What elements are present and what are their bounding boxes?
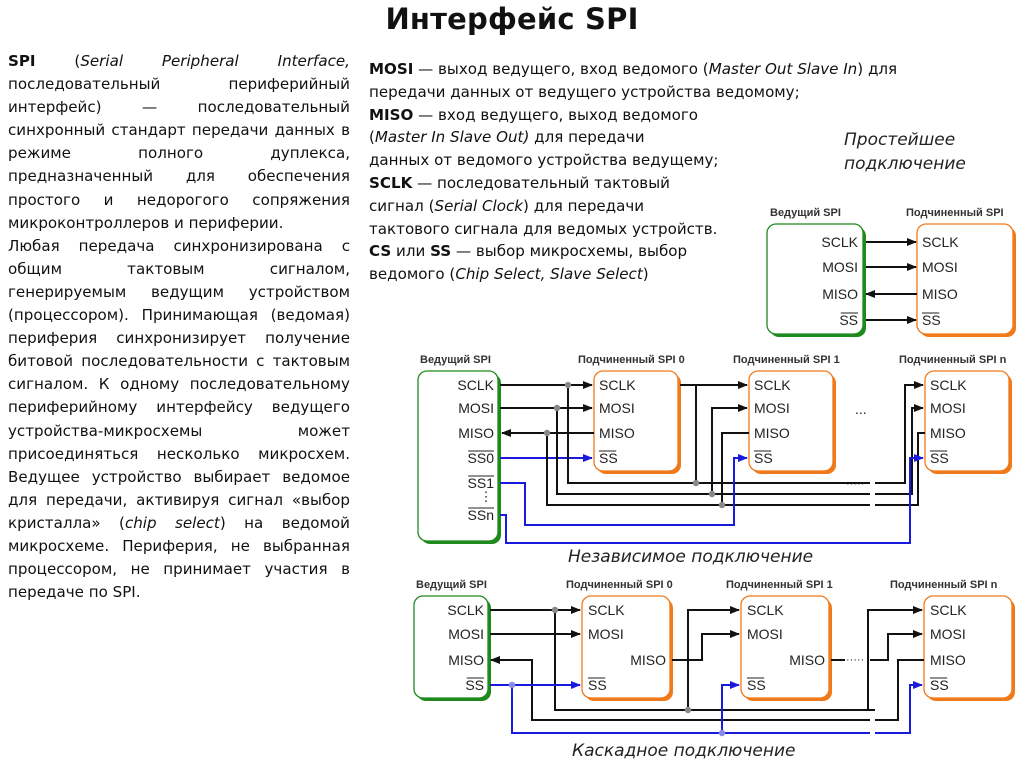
master-pin-miso: MISO — [458, 425, 494, 441]
slave-1-pin-ss: SS — [747, 677, 766, 693]
mosi-slave1-wire — [711, 404, 748, 494]
master-pin-ssn: SSn — [468, 507, 494, 523]
slave-label-0: Подчиненный SPI 0 — [566, 579, 673, 591]
bus-ellipsis: ····· — [846, 478, 864, 490]
spi-diagrams: Ведущий SPI Подчиненный SPI SCLK SCLK MOSI MO… — [413, 207, 1016, 739]
master-label: Ведущий SPI — [420, 354, 491, 366]
master-pin-mosi: MOSI — [458, 400, 494, 416]
slave-label-1: Подчиненный SPI 1 — [733, 354, 840, 366]
master-pin-ellipsis: ⋮ — [480, 489, 493, 504]
master-pin-mosi: MOSI — [448, 626, 484, 642]
slave-pin-mosi: MOSI — [922, 259, 958, 275]
master-pin-ss: SS — [465, 677, 484, 693]
slave-n-pin-miso: MISO — [930, 652, 966, 668]
bus-ellipsis: ····· — [846, 714, 864, 726]
master-pin-ss: SS — [839, 312, 858, 328]
slave-pin-miso: MISO — [922, 286, 958, 302]
slave-2-pin-sclk: SCLK — [930, 377, 967, 393]
junction-dot — [684, 706, 692, 714]
master-pin-sclk: SCLK — [447, 602, 484, 618]
slave-0-pin-mosi: MOSI — [599, 400, 635, 416]
master-pin-sclk: SCLK — [457, 377, 494, 393]
slave-pin-ss: SS — [922, 312, 941, 328]
simple-connection-diagram: Ведущий SPI Подчиненный SPI SCLK SCLK MOSI MO… — [766, 207, 1016, 337]
junction-dot — [564, 381, 572, 389]
slave-label-n: Подчиненный SPI n — [899, 354, 1007, 366]
slave-1-pin-miso: MISO — [789, 652, 825, 668]
chain-slave1-mosi — [672, 630, 740, 661]
master-pin-ss0: SS0 — [468, 450, 495, 466]
master-pin-miso: MISO — [822, 286, 858, 302]
chain-ellipsis: ····· — [846, 654, 864, 666]
mosi-slaven-wire — [875, 404, 924, 495]
cascade-connection-diagram: Ведущий SPI Подчиненный SPI 0 Подчиненный … — [413, 579, 1015, 739]
master-pin-miso: MISO — [448, 652, 484, 668]
junction-dot — [718, 501, 726, 509]
junction-dot — [508, 681, 516, 689]
slave-2-pin-miso: MISO — [930, 425, 966, 441]
independent-connection-diagram: Ведущий SPI Подчиненный SPI 0 Подчиненный … — [417, 354, 1012, 544]
slave-0-pin-sclk: SCLK — [599, 377, 636, 393]
slave-label-0: Подчиненный SPI 0 — [578, 354, 685, 366]
slave-0-pin-ss: SS — [599, 450, 618, 466]
slave-0-pin-ss: SS — [588, 677, 607, 693]
slave-2-pin-ss: SS — [930, 450, 949, 466]
slave-1-pin-mosi: MOSI — [754, 400, 790, 416]
slave-1-pin-ss: SS — [754, 450, 773, 466]
between-slaves-ellipsis: ... — [855, 401, 867, 417]
slave-label-n: Подчиненный SPI n — [890, 579, 998, 591]
slave-n-pin-ss: SS — [930, 677, 949, 693]
slave-1-pin-sclk: SCLK — [747, 602, 784, 618]
slave-1-pin-sclk: SCLK — [754, 377, 791, 393]
slave-n-pin-mosi: MOSI — [930, 626, 966, 642]
junction-dot — [553, 404, 561, 412]
slave-0-pin-miso: MISO — [599, 425, 635, 441]
slave-2-pin-mosi: MOSI — [930, 400, 966, 416]
miso-slaven-wire — [875, 659, 924, 721]
slave-n-pin-sclk: SCLK — [930, 602, 967, 618]
junction-dot — [708, 490, 716, 498]
junction-dot — [551, 606, 559, 614]
chain-slaven-mosi — [870, 630, 923, 661]
junction-dot — [692, 479, 700, 487]
junction-dot — [543, 429, 551, 437]
slave-0-pin-sclk: SCLK — [588, 602, 625, 618]
slave-label-1: Подчиненный SPI 1 — [726, 579, 833, 591]
slave-1-pin-miso: MISO — [754, 425, 790, 441]
master-label: Ведущий SPI — [416, 579, 487, 591]
slave-1-pin-mosi: MOSI — [747, 626, 783, 642]
master-pin-sclk: SCLK — [821, 234, 858, 250]
master-label: Ведущий SPI — [770, 207, 841, 219]
junction-dot — [718, 729, 726, 737]
sclk-slaven-wire — [875, 381, 924, 484]
slave-0-pin-miso: MISO — [630, 652, 666, 668]
slave-0-pin-mosi: MOSI — [588, 626, 624, 642]
slave-pin-sclk: SCLK — [922, 234, 959, 250]
bus-ellipsis: ····· — [846, 727, 864, 739]
master-pin-mosi: MOSI — [822, 259, 858, 275]
slave-label: Подчиненный SPI — [906, 207, 1004, 219]
